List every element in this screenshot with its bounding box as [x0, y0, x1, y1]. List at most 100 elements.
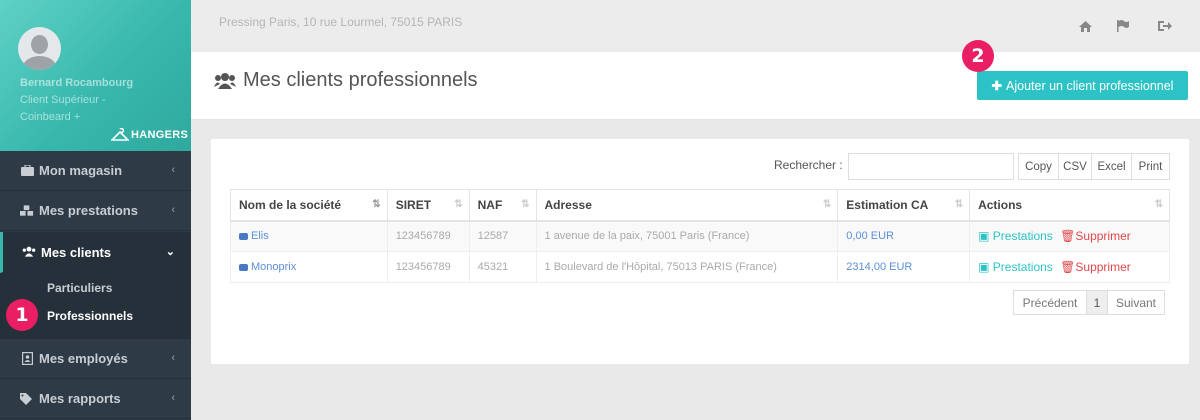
- sort-icon: ⇅: [954, 199, 964, 210]
- cubes-icon: ▣: [978, 229, 990, 244]
- profile-name: Bernard Rocambourg: [20, 77, 134, 89]
- hangers-logo: HANGERS: [111, 128, 188, 142]
- hanger-icon: [111, 128, 129, 141]
- siret-cell: 123456789: [386, 220, 470, 252]
- company-cell[interactable]: Elis: [230, 220, 388, 252]
- clients-table: Nom de la société ⇅ SIRET ⇅ NAF ⇅ Adresse ⇅ …: [230, 189, 1170, 283]
- ca-cell: 2314,00 EUR: [837, 251, 971, 283]
- ca-link[interactable]: 0,00 EUR: [846, 230, 894, 242]
- sidebar-item-label: Mes clients: [41, 244, 112, 260]
- company-link[interactable]: Monoprix: [251, 261, 296, 273]
- step-badge-2: 2: [962, 40, 994, 72]
- column-header-naf[interactable]: NAF ⇅: [468, 189, 537, 222]
- delete-action[interactable]: 🗑Supprimer: [1060, 229, 1131, 243]
- export-excel-button[interactable]: Excel: [1091, 153, 1132, 180]
- pagination-page-1[interactable]: 1: [1086, 290, 1108, 315]
- tags-icon: [20, 392, 34, 406]
- users-icon: [22, 245, 36, 259]
- prestations-label: Prestations: [992, 229, 1053, 244]
- logout-icon[interactable]: [1158, 19, 1172, 33]
- profile-role: Client Supérieur -: [20, 94, 106, 106]
- sidebar-item-mon-magasin[interactable]: Mon magasin ‹: [0, 151, 191, 191]
- ca-link[interactable]: 2314,00 EUR: [846, 261, 912, 273]
- table-header-row: Nom de la société ⇅ SIRET ⇅ NAF ⇅ Adresse ⇅ …: [230, 189, 1170, 222]
- ca-cell: 0,00 EUR: [837, 220, 971, 252]
- column-label: Nom de la société: [239, 197, 342, 212]
- export-csv-button[interactable]: CSV: [1058, 153, 1092, 180]
- sort-icon: ⇅: [822, 199, 832, 210]
- column-header-ca[interactable]: Estimation CA ⇅: [837, 189, 971, 222]
- company-icon: [239, 263, 248, 271]
- delete-label: Supprimer: [1075, 260, 1131, 274]
- profile-shop[interactable]: Coinbeard +: [20, 111, 80, 124]
- pagination-next-button[interactable]: Suivant: [1107, 290, 1165, 315]
- prestations-label: Prestations: [992, 260, 1053, 274]
- clients-panel: Rechercher : Copy CSV Excel Print Nom de…: [211, 139, 1189, 364]
- address-cell: 1 Boulevard de l'Hôpital, 75013 PARIS (F…: [535, 251, 839, 283]
- sidebar-item-label: Mon magasin: [39, 163, 123, 178]
- prestations-action[interactable]: ▣ Prestations: [978, 229, 1053, 243]
- chevron-left-icon: ‹: [171, 204, 175, 216]
- pagination-prev-button[interactable]: Précédent: [1013, 290, 1087, 315]
- column-header-address[interactable]: Adresse ⇅: [535, 189, 839, 222]
- sidebar-subitem-professionnels[interactable]: Professionnels: [47, 309, 133, 323]
- column-header-company[interactable]: Nom de la société ⇅: [230, 189, 388, 222]
- page-title-text: Mes clients professionnels: [243, 69, 478, 91]
- column-label: Estimation CA: [846, 197, 929, 212]
- chevron-left-icon: ‹: [171, 164, 175, 176]
- export-copy-button[interactable]: Copy: [1018, 153, 1059, 180]
- chevron-left-icon: ‹: [171, 352, 175, 364]
- logo-text: HANGERS: [131, 129, 189, 141]
- sidebar-item-label: Mes prestations: [39, 203, 138, 218]
- trash-icon: 🗑: [1060, 229, 1076, 244]
- naf-cell: 45321: [468, 251, 537, 283]
- chevron-down-icon: ⌄: [165, 246, 175, 258]
- sidebar-item-label: Mes rapports: [39, 391, 121, 406]
- table-row: Monoprix 123456789 45321 1 Boulevard de …: [230, 251, 1170, 283]
- column-label: Actions: [978, 197, 1023, 212]
- sort-icon: ⇅: [1154, 199, 1163, 210]
- sidebar-item-mes-prestations[interactable]: Mes prestations ‹: [0, 191, 191, 231]
- column-label: NAF: [477, 197, 503, 212]
- actions-cell: ▣ Prestations 🗑Supprimer: [969, 220, 1170, 252]
- search-input[interactable]: [848, 153, 1014, 180]
- step-badge-1: 1: [6, 299, 38, 331]
- page-title: Mes clients professionnels: [214, 69, 478, 92]
- home-icon[interactable]: [1078, 19, 1092, 33]
- sidebar-subitem-particuliers[interactable]: Particuliers: [47, 281, 112, 295]
- plus-icon: ✚: [991, 79, 1002, 93]
- delete-label: Supprimer: [1075, 229, 1131, 244]
- column-label: SIRET: [395, 197, 432, 212]
- sidebar-item-mes-rapports[interactable]: Mes rapports ‹: [0, 379, 191, 419]
- naf-cell: 12587: [468, 220, 537, 252]
- cubes-icon: ▣: [978, 260, 990, 274]
- actions-cell: ▣ Prestations 🗑Supprimer: [969, 251, 1170, 283]
- cubes-icon: [20, 204, 34, 218]
- trash-icon: 🗑: [1060, 260, 1076, 274]
- column-header-siret[interactable]: SIRET ⇅: [386, 189, 470, 222]
- sidebar-item-mes-clients[interactable]: Mes clients ⌄: [0, 232, 191, 273]
- users-icon: [214, 72, 236, 89]
- siret-cell: 123456789: [386, 251, 470, 283]
- company-link[interactable]: Elis: [251, 230, 269, 242]
- prestations-action[interactable]: ▣ Prestations: [978, 260, 1053, 274]
- table-row: Elis 123456789 12587 1 avenue de la paix…: [230, 220, 1170, 252]
- store-address: Pressing Paris, 10 rue Lourmel, 75015 PA…: [219, 15, 463, 29]
- column-header-actions[interactable]: Actions ⇅: [969, 189, 1170, 222]
- column-label: Adresse: [544, 197, 592, 212]
- delete-action[interactable]: 🗑Supprimer: [1060, 260, 1131, 274]
- add-professional-client-button[interactable]: ✚ Ajouter un client professionnel: [977, 71, 1188, 100]
- page-header: Mes clients professionnels ✚ Ajouter un …: [191, 52, 1200, 120]
- avatar[interactable]: [18, 27, 61, 70]
- sort-icon: ⇅: [454, 199, 463, 210]
- sidebar-item-mes-employes[interactable]: Mes employés ‹: [0, 339, 191, 379]
- search-label: Rechercher :: [774, 158, 843, 172]
- company-cell[interactable]: Monoprix: [230, 251, 388, 283]
- sidebar-item-label: Mes employés: [39, 351, 128, 366]
- flag-icon[interactable]: [1116, 19, 1130, 33]
- address-cell: 1 avenue de la paix, 75001 Paris (France…: [535, 220, 839, 252]
- export-print-button[interactable]: Print: [1131, 153, 1170, 180]
- id-card-icon: [20, 352, 34, 366]
- sidebar: Bernard Rocambourg Client Supérieur - Co…: [0, 0, 191, 420]
- chevron-left-icon: ‹: [171, 392, 175, 404]
